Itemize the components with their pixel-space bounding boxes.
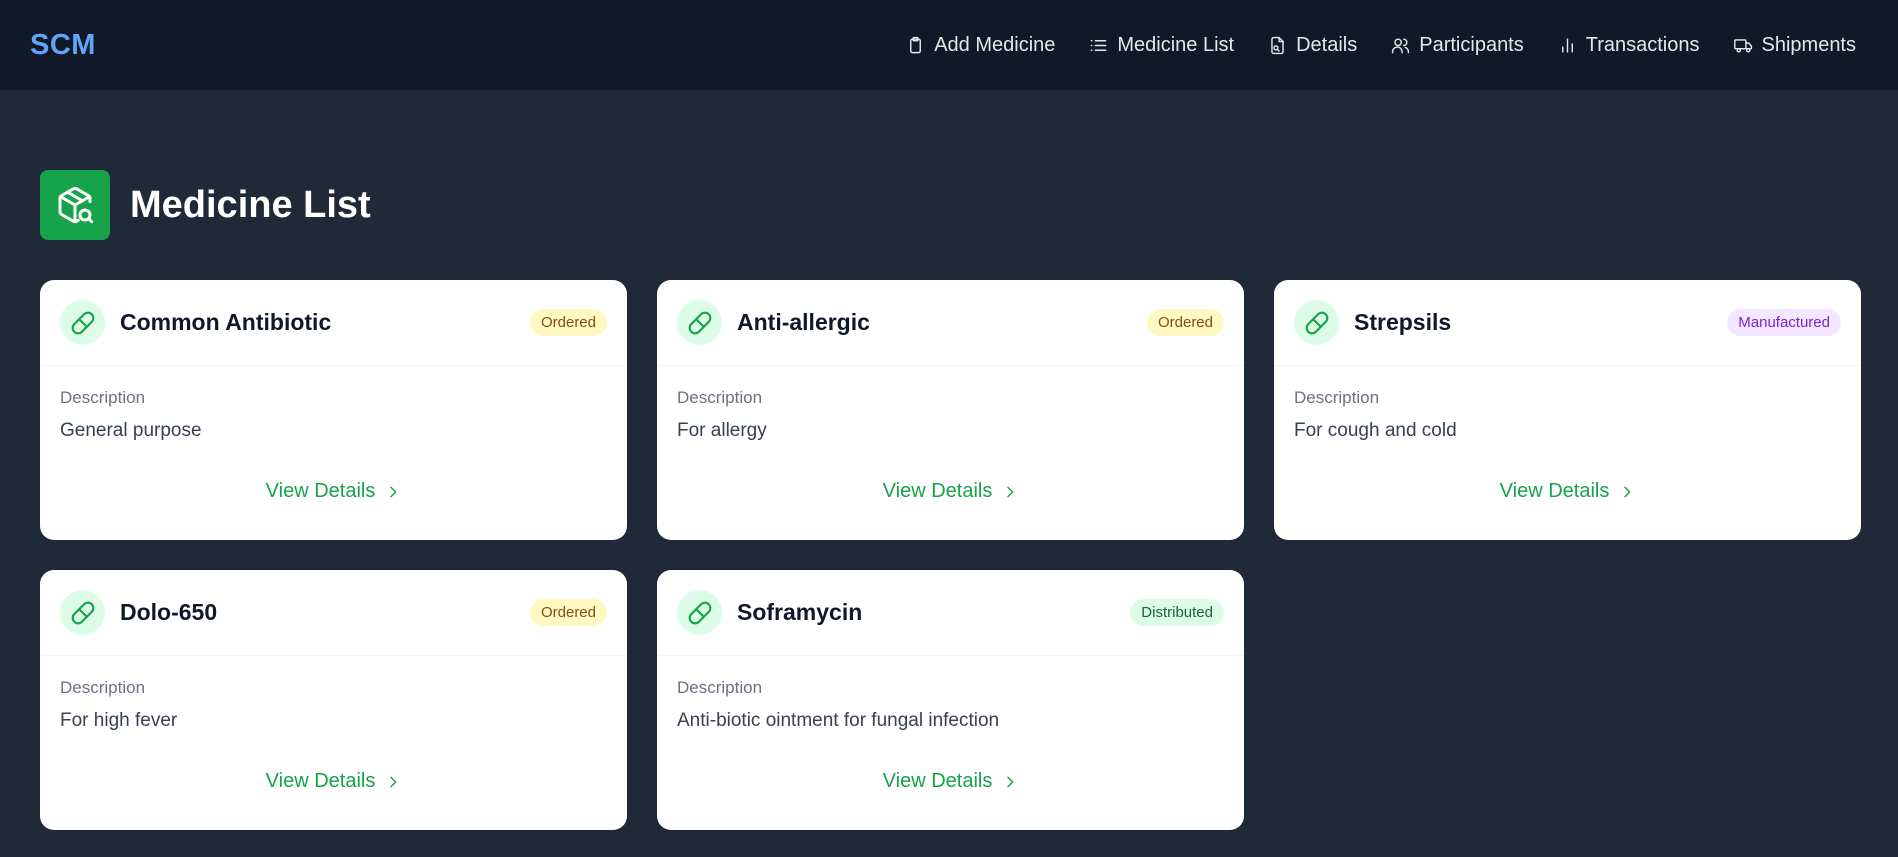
top-navbar: SCM Add Medicine Medicine List Details P… — [0, 0, 1898, 90]
chevron-right-icon — [1007, 486, 1014, 497]
pill-icon — [1294, 300, 1339, 345]
card-header: Common Antibiotic Ordered — [40, 280, 627, 366]
description-label: Description — [677, 678, 763, 697]
pill-icon — [60, 300, 105, 345]
medicine-name: Dolo-650 — [120, 599, 218, 625]
nav-transactions[interactable]: Transactions — [1558, 34, 1700, 57]
view-details-link[interactable]: View Details — [60, 480, 607, 503]
list-icon — [1091, 39, 1107, 51]
package-search-icon — [40, 170, 110, 240]
view-details-link[interactable]: View Details — [677, 770, 1224, 793]
description-label: Description — [677, 388, 763, 407]
bar-chart-icon — [1561, 37, 1573, 53]
nav-medicine-list[interactable]: Medicine List — [1089, 34, 1234, 57]
nav-details[interactable]: Details — [1268, 34, 1357, 57]
card-body: Description For allergy View Details — [657, 366, 1244, 503]
truck-icon — [1733, 38, 1752, 53]
card-title-group: Strepsils — [1294, 300, 1451, 345]
pill-icon — [60, 590, 105, 635]
chevron-right-icon — [390, 486, 397, 497]
chevron-right-icon — [1624, 486, 1631, 497]
medicine-name: Anti-allergic — [737, 309, 870, 335]
description-text: General purpose — [60, 420, 202, 441]
nav-transactions-label: Transactions — [1585, 33, 1700, 56]
nav-add-medicine[interactable]: Add Medicine — [906, 34, 1055, 57]
card-header: Soframycin Distributed — [657, 570, 1244, 656]
chevron-right-icon — [390, 776, 397, 787]
status-badge: Ordered — [529, 599, 607, 626]
description-text: For high fever — [60, 710, 178, 731]
nav-links: Add Medicine Medicine List Details Parti… — [906, 34, 1856, 57]
view-details-link[interactable]: View Details — [60, 770, 607, 793]
description-text: Anti-biotic ointment for fungal infectio… — [677, 710, 1000, 731]
nav-shipments-label: Shipments — [1761, 33, 1857, 56]
nav-shipments[interactable]: Shipments — [1733, 33, 1857, 57]
nav-medicine-list-label: Medicine List — [1117, 33, 1235, 56]
description-text: For cough and cold — [1294, 420, 1457, 441]
medicine-card: Soframycin Distributed Description Anti-… — [657, 570, 1244, 830]
view-details-label: View Details — [265, 480, 376, 502]
brand-logo[interactable]: SCM — [30, 29, 96, 62]
status-badge: Distributed — [1130, 599, 1224, 626]
medicine-grid: Common Antibiotic Ordered Description Ge… — [40, 280, 1861, 830]
card-title-group: Anti-allergic — [677, 300, 870, 345]
card-title-group: Soframycin — [677, 590, 862, 635]
nav-add-medicine-label: Add Medicine — [934, 33, 1056, 56]
status-badge: Ordered — [529, 309, 607, 336]
medicine-card: Common Antibiotic Ordered Description Ge… — [40, 280, 627, 540]
pill-icon — [677, 300, 722, 345]
nav-participants-label: Participants — [1419, 33, 1524, 56]
page-header: Medicine List — [40, 170, 1858, 240]
medicine-card: Strepsils Manufactured Description For c… — [1274, 280, 1861, 540]
card-header: Anti-allergic Ordered — [657, 280, 1244, 366]
description-label: Description — [60, 678, 146, 697]
users-icon — [1392, 37, 1410, 53]
medicine-card: Dolo-650 Ordered Description For high fe… — [40, 570, 627, 830]
view-details-label: View Details — [1499, 480, 1610, 502]
medicine-name: Strepsils — [1354, 309, 1452, 335]
card-body: Description For high fever View Details — [40, 656, 627, 793]
status-badge: Manufactured — [1727, 309, 1841, 336]
view-details-link[interactable]: View Details — [1294, 480, 1841, 503]
description-label: Description — [60, 388, 146, 407]
file-search-icon — [1271, 36, 1284, 54]
medicine-card: Anti-allergic Ordered Description For al… — [657, 280, 1244, 540]
card-body: Description For cough and cold View Deta… — [1274, 366, 1861, 503]
main-content: Medicine List Common Antibiotic Ordered … — [0, 90, 1898, 830]
card-body: Description Anti-biotic ointment for fun… — [657, 656, 1244, 793]
card-header: Dolo-650 Ordered — [40, 570, 627, 656]
chevron-right-icon — [1007, 776, 1014, 787]
description-text: For allergy — [677, 420, 767, 441]
page-title: Medicine List — [130, 183, 371, 226]
description-label: Description — [1294, 388, 1380, 407]
clipboard-icon — [910, 36, 922, 53]
card-header: Strepsils Manufactured — [1274, 280, 1861, 366]
nav-details-label: Details — [1296, 33, 1358, 56]
card-title-group: Dolo-650 — [60, 590, 217, 635]
medicine-name: Soframycin — [737, 599, 863, 625]
card-title-group: Common Antibiotic — [60, 300, 331, 345]
card-body: Description General purpose View Details — [40, 366, 627, 503]
view-details-label: View Details — [882, 480, 993, 502]
medicine-name: Common Antibiotic — [120, 309, 332, 335]
view-details-link[interactable]: View Details — [677, 480, 1224, 503]
nav-participants[interactable]: Participants — [1391, 34, 1524, 57]
view-details-label: View Details — [265, 770, 376, 792]
pill-icon — [677, 590, 722, 635]
view-details-label: View Details — [882, 770, 993, 792]
status-badge: Ordered — [1146, 309, 1224, 336]
